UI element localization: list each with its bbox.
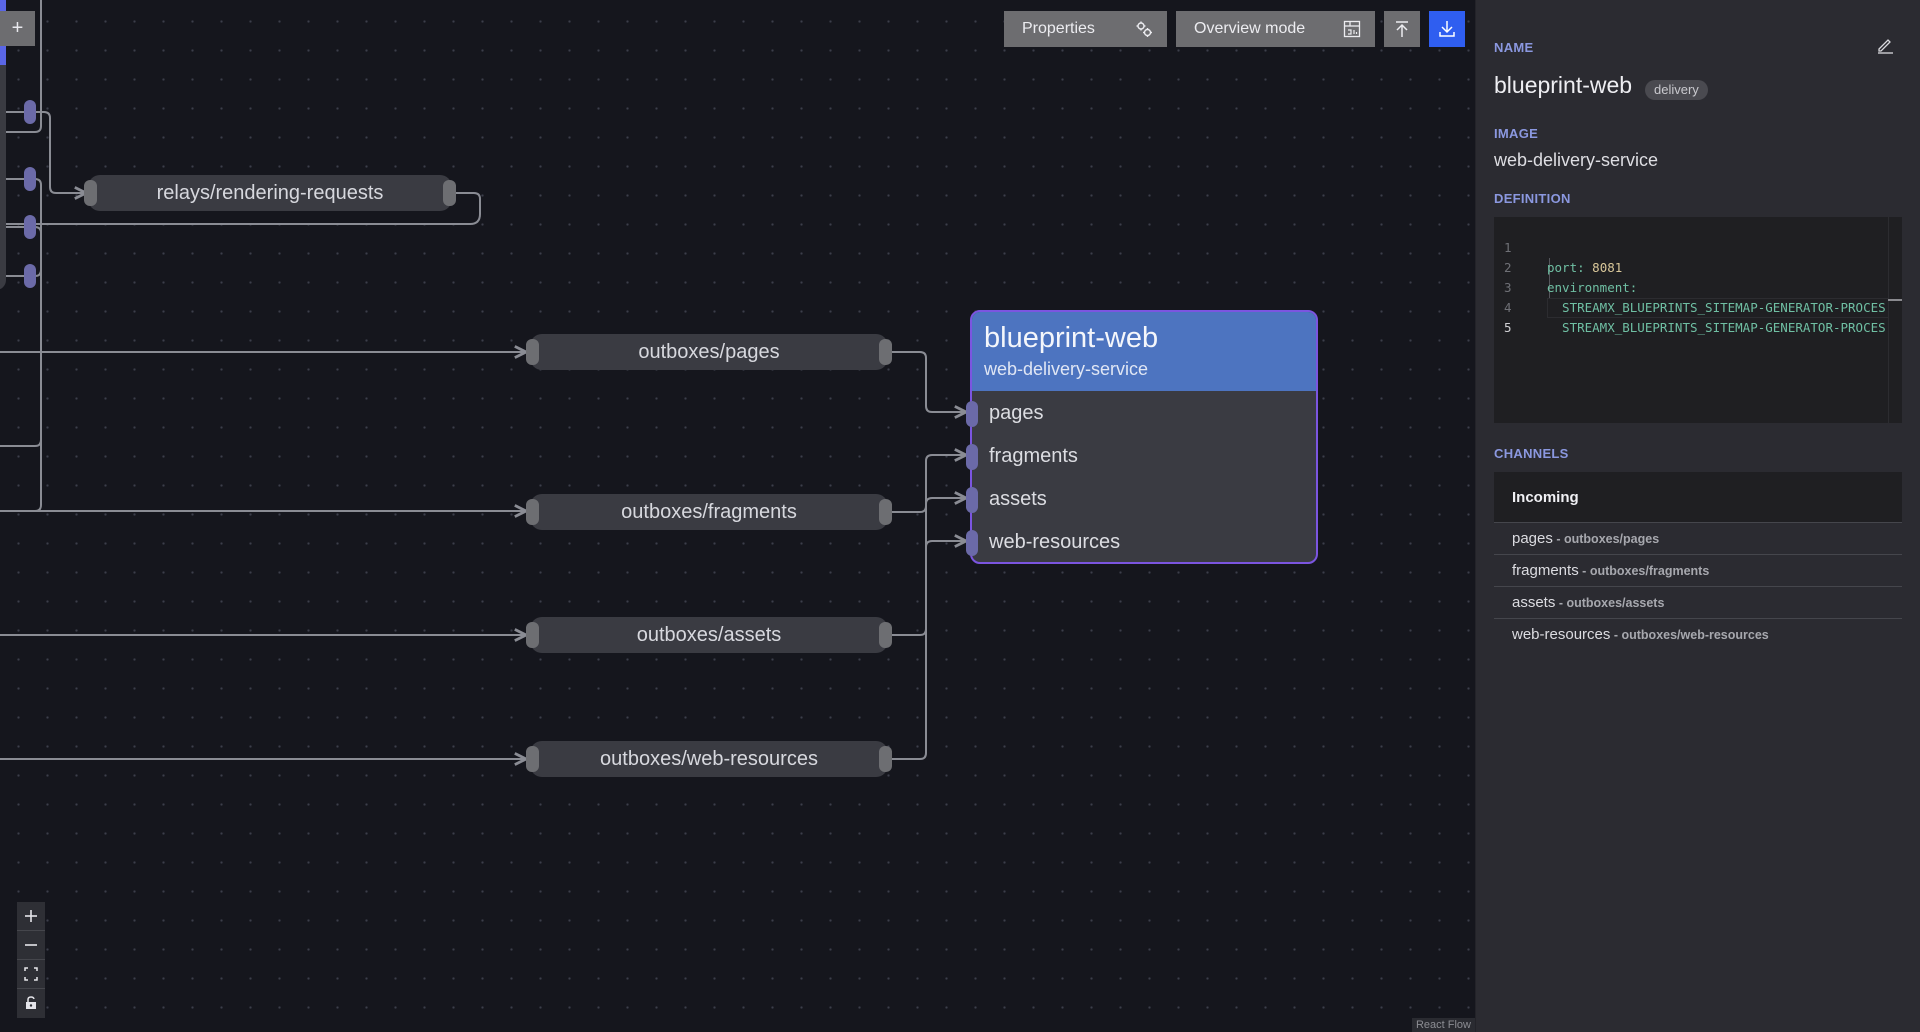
edge bbox=[6, 111, 86, 193]
input-label: fragments bbox=[989, 445, 1078, 467]
name-section-label: NAME bbox=[1494, 40, 1534, 55]
image-section-label: IMAGE bbox=[1494, 126, 1539, 141]
line-number: 5 bbox=[1504, 320, 1512, 335]
channel-row[interactable]: fragments - outboxes/fragments bbox=[1494, 555, 1902, 587]
input-handle[interactable] bbox=[84, 180, 97, 206]
upload-button[interactable] bbox=[1384, 11, 1420, 47]
output-handle[interactable] bbox=[879, 622, 892, 648]
channel-node-label: relays/rendering-requests bbox=[156, 182, 384, 204]
input-handle[interactable] bbox=[526, 339, 539, 365]
edit-pencil-icon[interactable] bbox=[1876, 36, 1894, 54]
input-handle[interactable] bbox=[966, 530, 978, 556]
service-node-header: blueprint-web web-delivery-service bbox=[972, 312, 1316, 391]
definition-editor[interactable]: 1 port: 8081 2 environment: 3 STREAMX_BL… bbox=[1494, 217, 1902, 423]
input-handle[interactable] bbox=[966, 487, 978, 513]
code-line: 2 environment: bbox=[1494, 238, 1902, 295]
code-line: 3 STREAMX_BLUEPRINTS_SITEMAP-GENERATOR-P… bbox=[1494, 258, 1902, 315]
channel-node-web-resources[interactable]: outboxes/web-resources bbox=[526, 741, 892, 777]
unlock-icon bbox=[26, 996, 36, 1009]
channel-node-label: outboxes/pages bbox=[638, 341, 780, 363]
edge-pages bbox=[888, 351, 966, 412]
channel-name: fragments bbox=[1512, 562, 1579, 579]
editor-scrollbar[interactable] bbox=[1888, 217, 1902, 423]
input-handle[interactable] bbox=[526, 499, 539, 525]
gears-icon bbox=[1136, 21, 1152, 37]
input-label: web-resources bbox=[989, 531, 1121, 553]
channel-source: outboxes/pages bbox=[1563, 532, 1660, 546]
channel-row[interactable]: assets - outboxes/assets bbox=[1494, 587, 1902, 619]
react-flow-attribution[interactable]: React Flow bbox=[1411, 1018, 1475, 1032]
service-node-blueprint-web[interactable]: blueprint-web web-delivery-service pages… bbox=[966, 310, 1318, 564]
input-handle[interactable] bbox=[966, 444, 978, 470]
service-input-assets: assets bbox=[966, 478, 1316, 521]
output-handle[interactable] bbox=[879, 339, 892, 365]
zoom-controls bbox=[17, 902, 45, 1018]
output-handle[interactable] bbox=[443, 180, 456, 206]
service-image: web-delivery-service bbox=[1494, 150, 1659, 170]
overview-mode-button[interactable]: Overview mode bbox=[1176, 11, 1375, 47]
channel-source: outboxes/web-resources bbox=[1621, 628, 1769, 642]
tag-badge: delivery bbox=[1645, 80, 1708, 100]
output-handle[interactable] bbox=[24, 167, 36, 191]
output-handle[interactable] bbox=[24, 100, 36, 124]
plus-icon bbox=[25, 910, 37, 922]
channel-row[interactable]: pages - outboxes/pages bbox=[1494, 523, 1902, 555]
channel-node-label: outboxes/web-resources bbox=[600, 748, 818, 770]
scroll-marker bbox=[1888, 299, 1902, 301]
code-line: 5 bbox=[1494, 298, 1902, 335]
overview-mode-label: Overview mode bbox=[1194, 20, 1306, 37]
add-node-button[interactable]: + bbox=[0, 11, 35, 46]
channel-node-label: outboxes/assets bbox=[636, 624, 782, 646]
channel-source: outboxes/fragments bbox=[1589, 564, 1710, 578]
properties-panel: NAME blueprint-web delivery IMAGE web-de… bbox=[1475, 0, 1920, 1032]
channel-source: outboxes/assets bbox=[1566, 596, 1665, 610]
lock-button[interactable] bbox=[17, 989, 45, 1018]
service-node-image: web-delivery-service bbox=[984, 359, 1149, 379]
service-input-web-resources: web-resources bbox=[966, 521, 1316, 564]
service-node-title: blueprint-web bbox=[984, 322, 1159, 354]
minus-icon bbox=[25, 944, 37, 946]
channels-table: Incoming pages - outboxes/pages fragment… bbox=[1494, 472, 1902, 651]
channel-row[interactable]: web-resources - outboxes/web-resources bbox=[1494, 619, 1902, 651]
output-handle[interactable] bbox=[24, 215, 36, 239]
output-handle[interactable] bbox=[879, 499, 892, 525]
output-handle[interactable] bbox=[879, 746, 892, 772]
channel-node-label: outboxes/fragments bbox=[621, 501, 797, 523]
properties-label: Properties bbox=[1022, 20, 1095, 37]
incoming-header: Incoming bbox=[1494, 472, 1902, 523]
output-handle[interactable] bbox=[24, 264, 36, 288]
download-icon bbox=[1439, 21, 1455, 37]
download-button[interactable] bbox=[1429, 11, 1465, 47]
service-name: blueprint-web bbox=[1494, 72, 1633, 98]
zoom-in-button[interactable] bbox=[17, 902, 45, 931]
fit-view-icon bbox=[24, 967, 38, 981]
upload-icon bbox=[1396, 21, 1408, 37]
input-label: pages bbox=[989, 402, 1044, 424]
definition-section-label: DEFINITION bbox=[1494, 191, 1571, 206]
flow-canvas[interactable]: + relays/rendering-requests outboxes/pag… bbox=[0, 0, 1475, 1032]
input-handle[interactable] bbox=[966, 401, 978, 427]
channel-node-relays[interactable]: relays/rendering-requests bbox=[84, 175, 456, 211]
properties-button[interactable]: Properties bbox=[1004, 11, 1167, 47]
channel-node-pages[interactable]: outboxes/pages bbox=[526, 334, 892, 370]
code-line: 4 STREAMX_BLUEPRINTS_SITEMAP-GENERATOR-P… bbox=[1494, 278, 1902, 335]
service-input-pages: pages bbox=[966, 392, 1316, 435]
yaml-key: STREAMX_BLUEPRINTS_SITEMAP-GENERATOR-PRO… bbox=[1547, 320, 1886, 335]
chart-table-icon bbox=[1343, 20, 1361, 38]
channel-name: assets bbox=[1512, 594, 1556, 611]
service-input-fragments: fragments bbox=[966, 435, 1316, 478]
fit-view-button[interactable] bbox=[17, 960, 45, 989]
input-handle[interactable] bbox=[526, 622, 539, 648]
channel-name: web-resources bbox=[1512, 626, 1611, 643]
zoom-out-button[interactable] bbox=[17, 931, 45, 960]
channels-section-label: CHANNELS bbox=[1494, 446, 1569, 461]
input-handle[interactable] bbox=[526, 746, 539, 772]
input-label: assets bbox=[989, 488, 1047, 510]
edge-web-resources bbox=[888, 541, 966, 760]
channel-node-fragments[interactable]: outboxes/fragments bbox=[526, 494, 892, 530]
channel-name: pages bbox=[1512, 530, 1553, 547]
code-line: 1 port: 8081 bbox=[1494, 218, 1902, 275]
channel-node-assets[interactable]: outboxes/assets bbox=[526, 617, 892, 653]
